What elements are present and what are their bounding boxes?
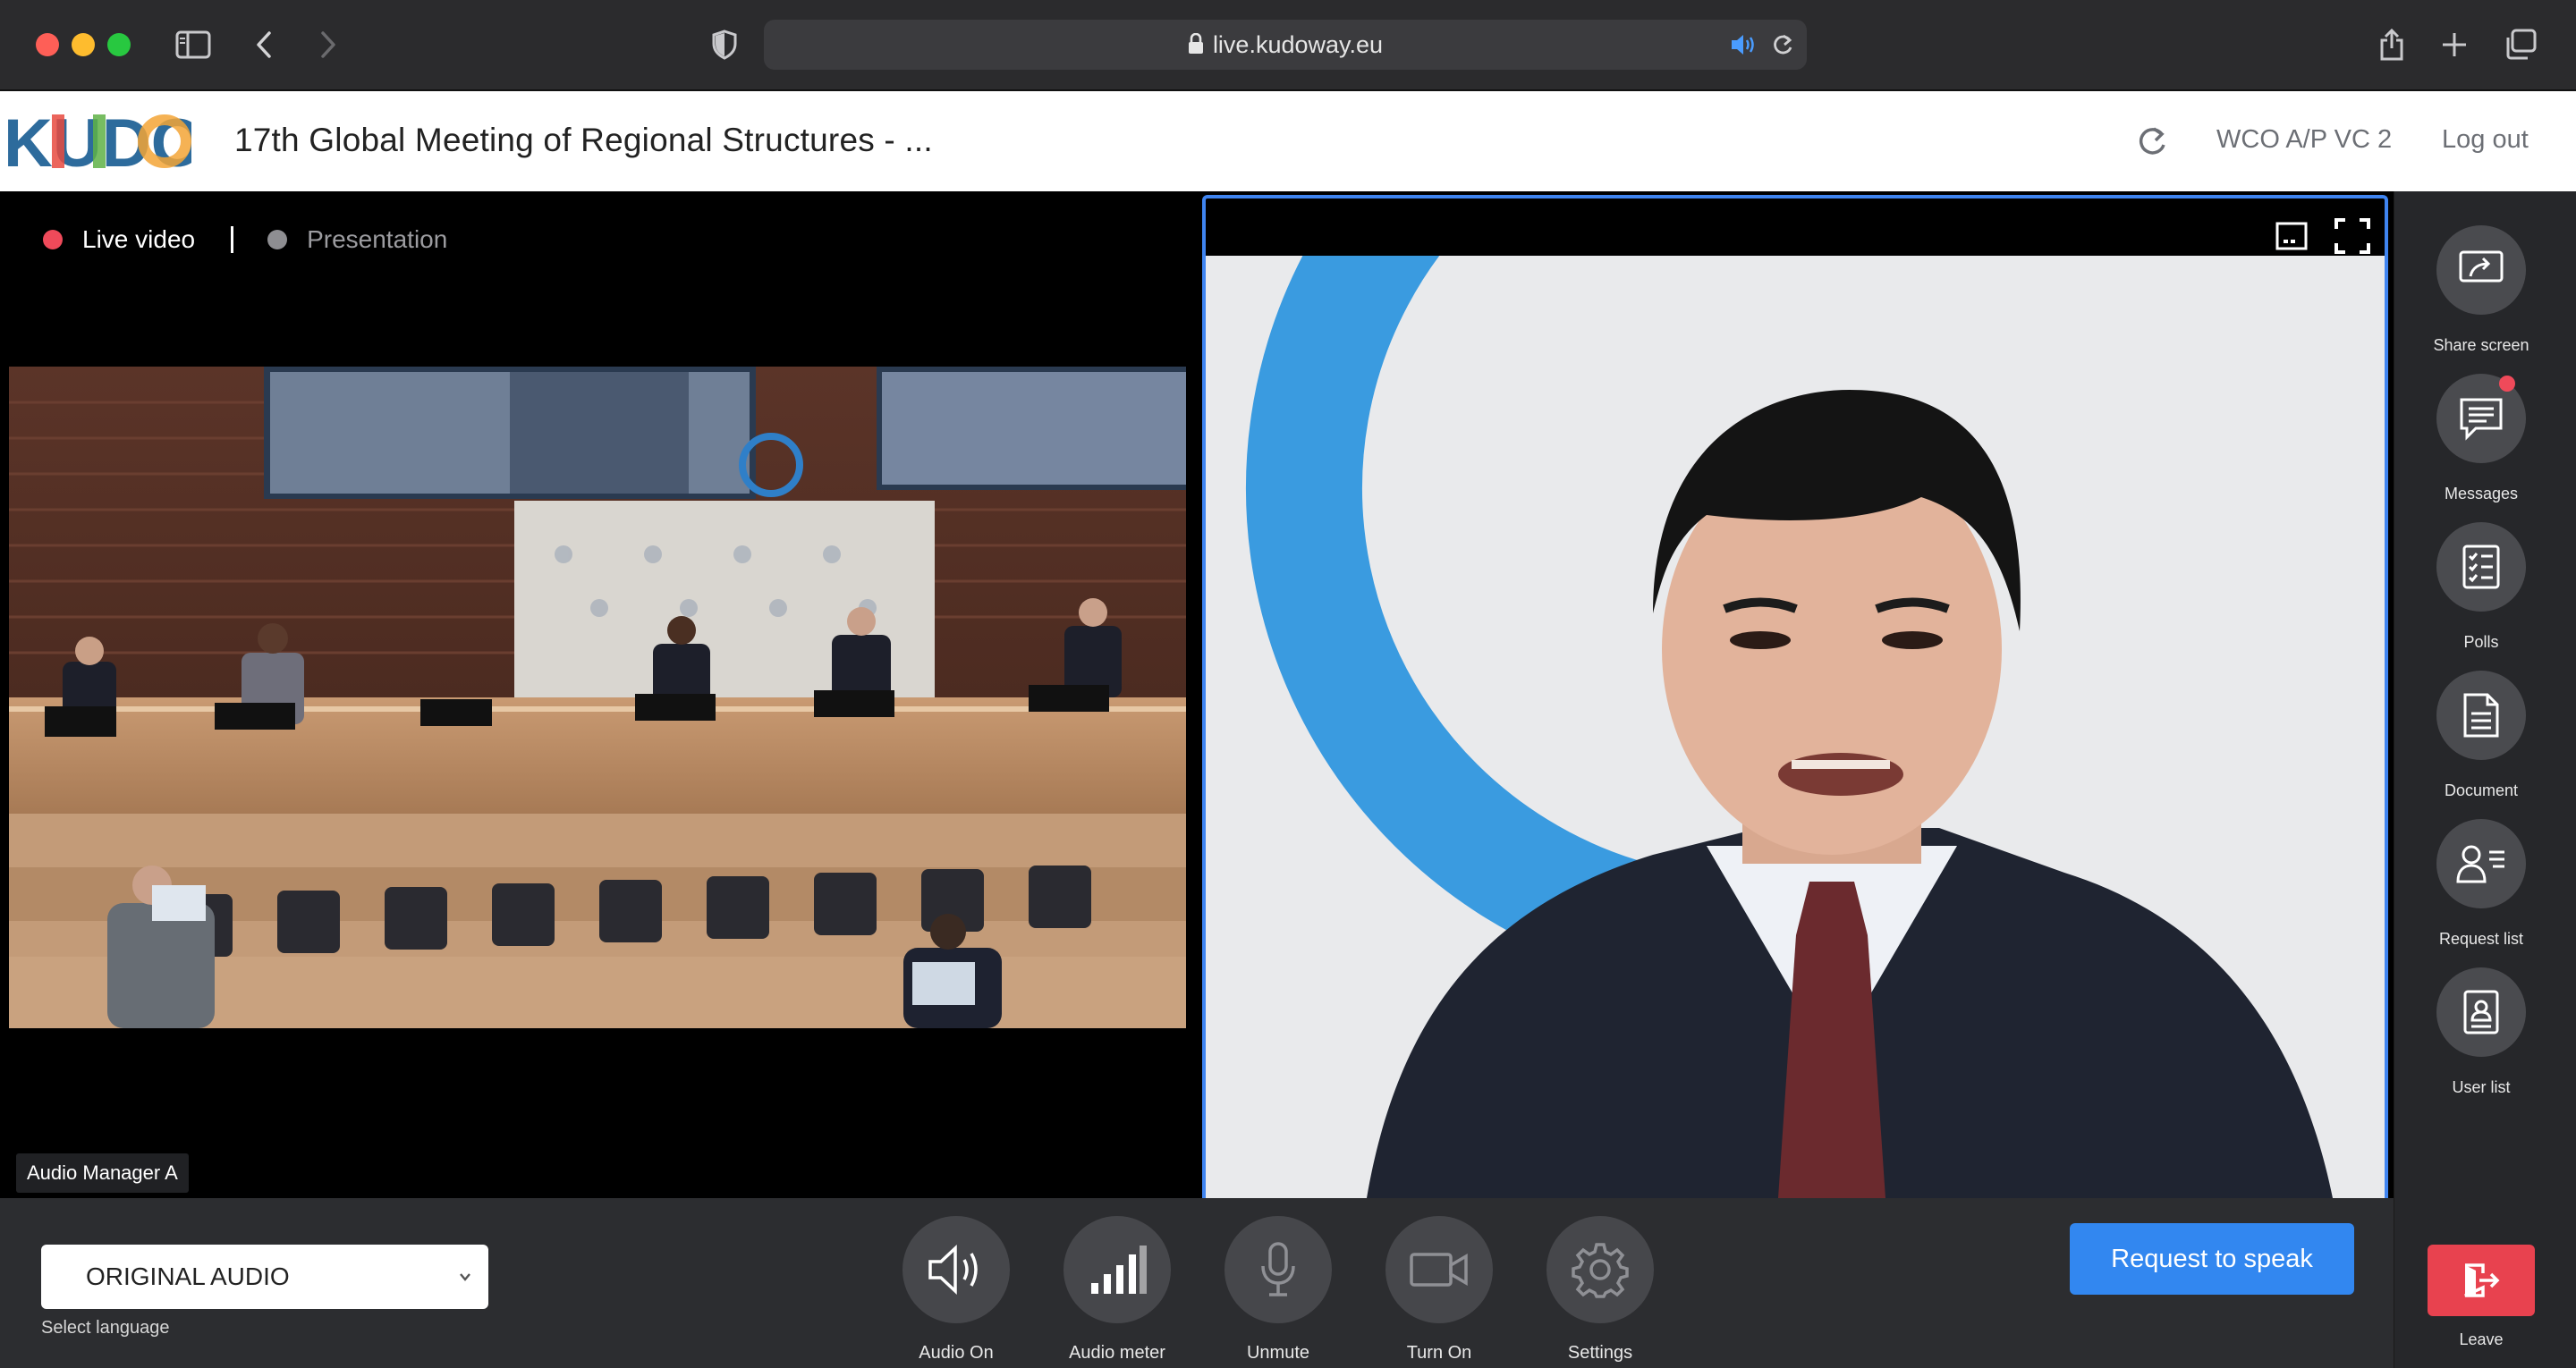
speaker-name-label: Audio Manager A — [16, 1153, 189, 1193]
request-list-icon — [2436, 819, 2526, 908]
leave-label: Leave — [2459, 1330, 2504, 1348]
main-stage: Live video Presentation Audio Manager A — [0, 191, 2576, 1198]
lock-icon — [1188, 21, 1204, 72]
speaker-icon — [902, 1216, 1010, 1323]
action-sidebar: Share screen Messages Polls Document Req… — [2394, 191, 2576, 1368]
meeting-title: 17th Global Meeting of Regional Structur… — [234, 122, 933, 158]
user-list-icon — [2436, 967, 2526, 1057]
bottom-control-bar: ORIGINAL AUDIO Select language Audio On … — [0, 1198, 2394, 1368]
refresh-icon[interactable] — [2134, 123, 2170, 159]
kudo-logo[interactable]: KUDO — [4, 106, 204, 182]
close-window-button[interactable] — [36, 33, 59, 56]
messages-notification-badge — [2499, 376, 2515, 392]
audio-on-button[interactable]: Audio On — [898, 1216, 1014, 1364]
new-tab-icon[interactable] — [2436, 27, 2472, 63]
forward-icon[interactable] — [315, 27, 342, 63]
document-button[interactable]: Document — [2394, 671, 2568, 800]
polls-label: Polls — [2463, 633, 2499, 651]
presentation-indicator-icon — [267, 230, 288, 249]
user-list-button[interactable]: User list — [2394, 967, 2568, 1097]
request-list-label: Request list — [2438, 930, 2524, 948]
conference-room-video — [9, 367, 1186, 1028]
gear-icon — [1546, 1216, 1654, 1323]
tab-divider — [231, 226, 234, 253]
tab-presentation-label: Presentation — [307, 225, 448, 253]
messages-label: Messages — [2444, 485, 2519, 502]
reload-icon[interactable] — [1771, 32, 1794, 62]
video-source-tabs: Live video Presentation — [43, 225, 447, 254]
leave-button[interactable] — [2428, 1245, 2535, 1316]
audio-meter-button[interactable]: Audio meter — [1059, 1216, 1175, 1364]
request-to-speak-button[interactable]: Request to speak — [2070, 1223, 2354, 1295]
settings-label: Settings — [1567, 1343, 1633, 1363]
document-label: Document — [2444, 781, 2519, 799]
user-list-label: User list — [2452, 1078, 2511, 1096]
sidebar-toggle-icon[interactable] — [174, 27, 213, 63]
messages-button[interactable]: Messages — [2394, 374, 2568, 503]
language-select-value: ORIGINAL AUDIO — [86, 1262, 290, 1290]
camera-button[interactable]: Turn On — [1381, 1216, 1497, 1364]
logout-link[interactable]: Log out — [2442, 125, 2529, 155]
address-bar[interactable]: live.kudoway.eu — [764, 20, 1807, 70]
privacy-shield-icon[interactable] — [707, 27, 742, 63]
live-indicator-icon — [43, 230, 63, 249]
share-icon[interactable] — [2374, 27, 2410, 63]
browser-toolbar: live.kudoway.eu — [0, 0, 2576, 91]
tab-presentation[interactable]: Presentation — [267, 225, 447, 254]
camera-label: Turn On — [1406, 1343, 1472, 1363]
audio-meter-label: Audio meter — [1069, 1343, 1165, 1363]
tab-overview-icon[interactable] — [2501, 27, 2540, 63]
zoom-window-button[interactable] — [107, 33, 131, 56]
unmute-label: Unmute — [1246, 1343, 1310, 1363]
audio-meter-icon — [1063, 1216, 1171, 1323]
polls-button[interactable]: Polls — [2394, 522, 2568, 652]
request-list-button[interactable]: Request list — [2394, 819, 2568, 949]
share-screen-icon — [2436, 225, 2526, 315]
back-icon[interactable] — [250, 27, 277, 63]
language-select[interactable]: ORIGINAL AUDIO — [41, 1245, 488, 1309]
app-header: KUDO 17th Global Meeting of Regional Str… — [0, 91, 2576, 191]
document-icon — [2436, 671, 2526, 760]
speaker-camera-feed — [1206, 256, 2385, 1198]
language-hint: Select language — [41, 1318, 170, 1338]
active-speaker-video — [1202, 195, 2388, 1198]
fullscreen-icon[interactable] — [2333, 216, 2372, 256]
microphone-icon — [1224, 1216, 1332, 1323]
share-screen-button[interactable]: Share screen — [2394, 225, 2568, 355]
settings-button[interactable]: Settings — [1542, 1216, 1658, 1364]
room-name[interactable]: WCO A/P VC 2 — [2216, 125, 2392, 155]
live-video-pane: Live video Presentation Audio Manager A — [0, 191, 1193, 1198]
minimize-window-button[interactable] — [72, 33, 95, 56]
unmute-button[interactable]: Unmute — [1220, 1216, 1336, 1364]
chevron-down-icon — [458, 1270, 472, 1284]
tab-live-video-label: Live video — [82, 225, 196, 253]
url-text: live.kudoway.eu — [1212, 31, 1384, 58]
messages-icon — [2436, 374, 2526, 463]
audio-on-label: Audio On — [919, 1343, 994, 1363]
audio-playing-icon[interactable] — [1730, 32, 1757, 62]
picture-in-picture-icon[interactable] — [2275, 220, 2308, 252]
share-screen-label: Share screen — [2433, 336, 2529, 354]
camera-icon — [1385, 1216, 1493, 1323]
tab-live-video[interactable]: Live video — [43, 225, 195, 254]
polls-icon — [2436, 522, 2526, 612]
exit-icon — [2464, 1263, 2500, 1297]
